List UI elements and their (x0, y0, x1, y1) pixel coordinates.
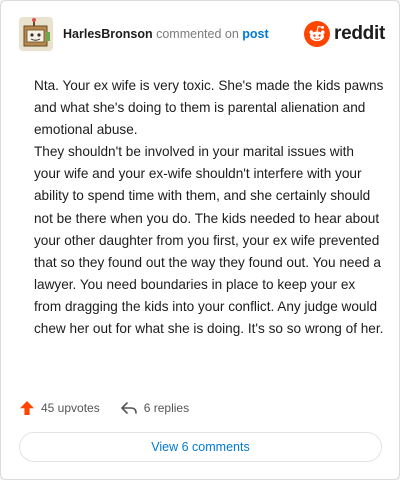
reply-arrow-icon (120, 402, 137, 414)
post-link[interactable]: post (242, 27, 268, 41)
comment-meta: HarlesBronson commented on post (63, 27, 304, 41)
avatar-image (19, 17, 53, 51)
comment-paragraph: Nta. Your ex wife is very toxic. She's m… (34, 78, 384, 138)
avatar[interactable] (19, 17, 53, 51)
reddit-logo[interactable]: reddit (304, 21, 385, 47)
action-text: commented on (156, 27, 239, 41)
comment-header: HarlesBronson commented on post reddit (19, 15, 385, 53)
reddit-wordmark: reddit (334, 23, 385, 44)
username[interactable]: HarlesBronson (63, 27, 153, 41)
replies-button[interactable]: 6 replies (120, 400, 189, 416)
comment-card: HarlesBronson commented on post reddit N… (0, 0, 400, 480)
upvote-arrow-icon (20, 401, 34, 415)
comment-paragraph: They shouldn't be involved in your marit… (34, 144, 384, 337)
comment-footer: 45 upvotes 6 replies (19, 397, 189, 419)
upvote-button[interactable]: 45 upvotes (19, 400, 100, 416)
upvote-count: 45 upvotes (41, 401, 100, 415)
reply-count: 6 replies (143, 401, 190, 415)
comment-body: Nta. Your ex wife is very toxic. She's m… (34, 75, 384, 340)
view-comments-button[interactable]: View 6 comments (19, 432, 382, 462)
reddit-snoo-icon (304, 21, 331, 47)
